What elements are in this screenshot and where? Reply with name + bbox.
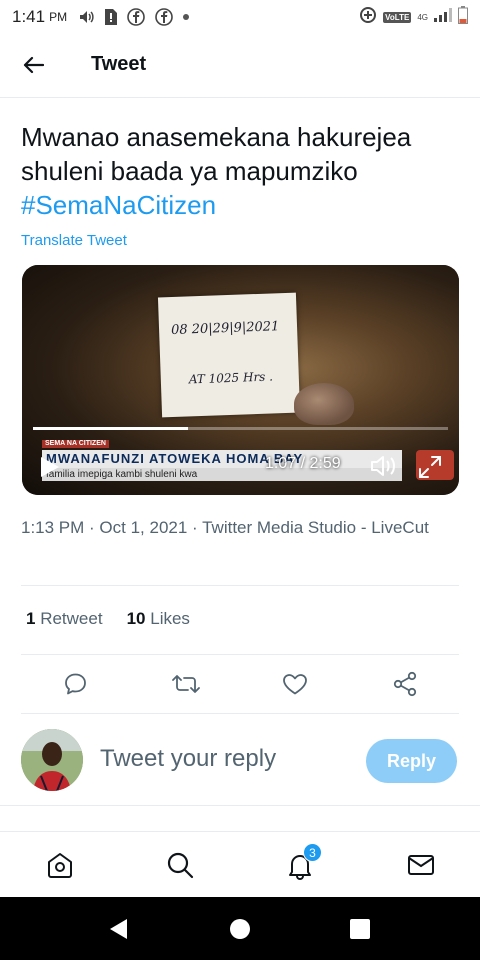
avatar[interactable] [21,729,83,791]
play-icon [41,457,59,477]
like-icon [283,674,307,695]
status-ampm: PM [49,10,68,24]
meta-divider [21,585,459,586]
video-player[interactable]: 08 20|29|9|2021 AT 1025 Hrs . SEMA NA CI… [22,265,459,495]
volume-icon [79,10,95,24]
dot-icon [183,14,190,20]
retweet-button[interactable] [172,670,200,698]
video-time-separator: / [296,455,310,472]
facebook-icon [127,8,145,26]
actions-divider [21,713,459,714]
video-progress-bar[interactable] [33,427,448,430]
likes-number: 10 [126,609,146,628]
home-icon [48,853,72,878]
volume-muted-icon [371,456,395,476]
data-saver-icon [359,6,377,29]
reply-input[interactable]: Tweet your reply [100,745,276,773]
volte-badge: VoLTE [383,12,412,23]
messages-icon [408,855,434,875]
header-divider [0,97,480,98]
system-recents-button[interactable] [348,917,372,941]
mute-button[interactable] [370,454,398,483]
reply-divider [0,805,480,806]
status-right: VoLTE 4G [359,6,468,29]
retweets-number: 1 [26,609,36,628]
notification-badge: 3 [303,843,322,862]
play-button[interactable] [40,456,60,483]
triangle-back-icon [110,919,127,939]
system-back-button[interactable] [107,917,131,941]
back-button[interactable] [20,52,46,78]
square-recents-icon [350,919,370,939]
status-bar: 1:41 PM VoLTE 4G [0,0,480,34]
facebook-icon [155,8,173,26]
counts-divider [21,654,459,655]
note-line-2: AT 1025 Hrs . [188,369,274,387]
handwritten-note: 08 20|29|9|2021 AT 1025 Hrs . [157,292,301,418]
share-button[interactable] [391,670,419,698]
top-bar: Tweet [0,40,480,90]
video-progress-fill [33,427,189,430]
circle-home-icon [230,919,250,939]
reply-icon [65,673,86,695]
status-time: 1:41 [12,7,46,26]
note-line-1: 08 20|29|9|2021 [170,319,280,339]
retweets-label: Retweet [40,609,103,628]
page-title: Tweet [91,53,147,75]
thumb-shape [294,383,354,425]
video-time: 1:07 / 2:59 [265,455,341,473]
search-icon [167,852,194,879]
signal-icon [434,8,452,27]
hashtag-link[interactable]: #SemaNaCitizen [21,190,216,220]
reply-button[interactable] [62,670,90,698]
tweet-body: Mwanao anasemekana hakurejea shuleni baa… [21,122,412,186]
video-duration: 2:59 [309,455,341,472]
nav-home[interactable] [43,848,77,882]
fullscreen-button[interactable] [417,454,443,485]
network-type: 4G [417,13,428,22]
lower-third-subtitle: familia imepiga kambi shuleni kwa [42,468,402,481]
likes-count[interactable]: 10 Likes [127,609,190,629]
like-button[interactable] [281,670,309,698]
nav-search[interactable] [163,848,197,882]
battery-icon [458,6,468,29]
retweet-icon [172,675,200,693]
back-arrow-icon [23,56,44,74]
translate-tweet-link[interactable]: Translate Tweet [21,232,127,249]
likes-label: Likes [150,609,190,628]
nav-messages[interactable] [404,848,438,882]
user-photo [21,729,83,791]
system-home-button[interactable] [228,917,252,941]
engagement-counts: 1 Retweet 10 Likes [26,609,190,629]
share-icon [393,671,417,697]
tweet-actions [0,664,480,704]
video-current-time: 1:07 [265,455,297,472]
lower-third-tag: SEMA NA CITIZEN [42,440,109,448]
lower-third-headline: MWANAFUNZI ATOWEKA HOMA BAY [42,450,402,468]
reply-composer: Tweet your reply Reply [0,726,480,796]
tweet-meta: 1:13 PM · Oct 1, 2021 · Twitter Media St… [21,518,429,537]
sim-alert-icon [105,9,118,25]
system-navigation-bar [0,897,480,960]
tweet-text: Mwanao anasemekana hakurejea shuleni baa… [21,120,461,222]
retweets-count[interactable]: 1 Retweet [26,609,103,629]
expand-icon [419,456,441,478]
reply-submit-button[interactable]: Reply [366,739,457,783]
bottom-navigation: 3 [0,831,480,897]
